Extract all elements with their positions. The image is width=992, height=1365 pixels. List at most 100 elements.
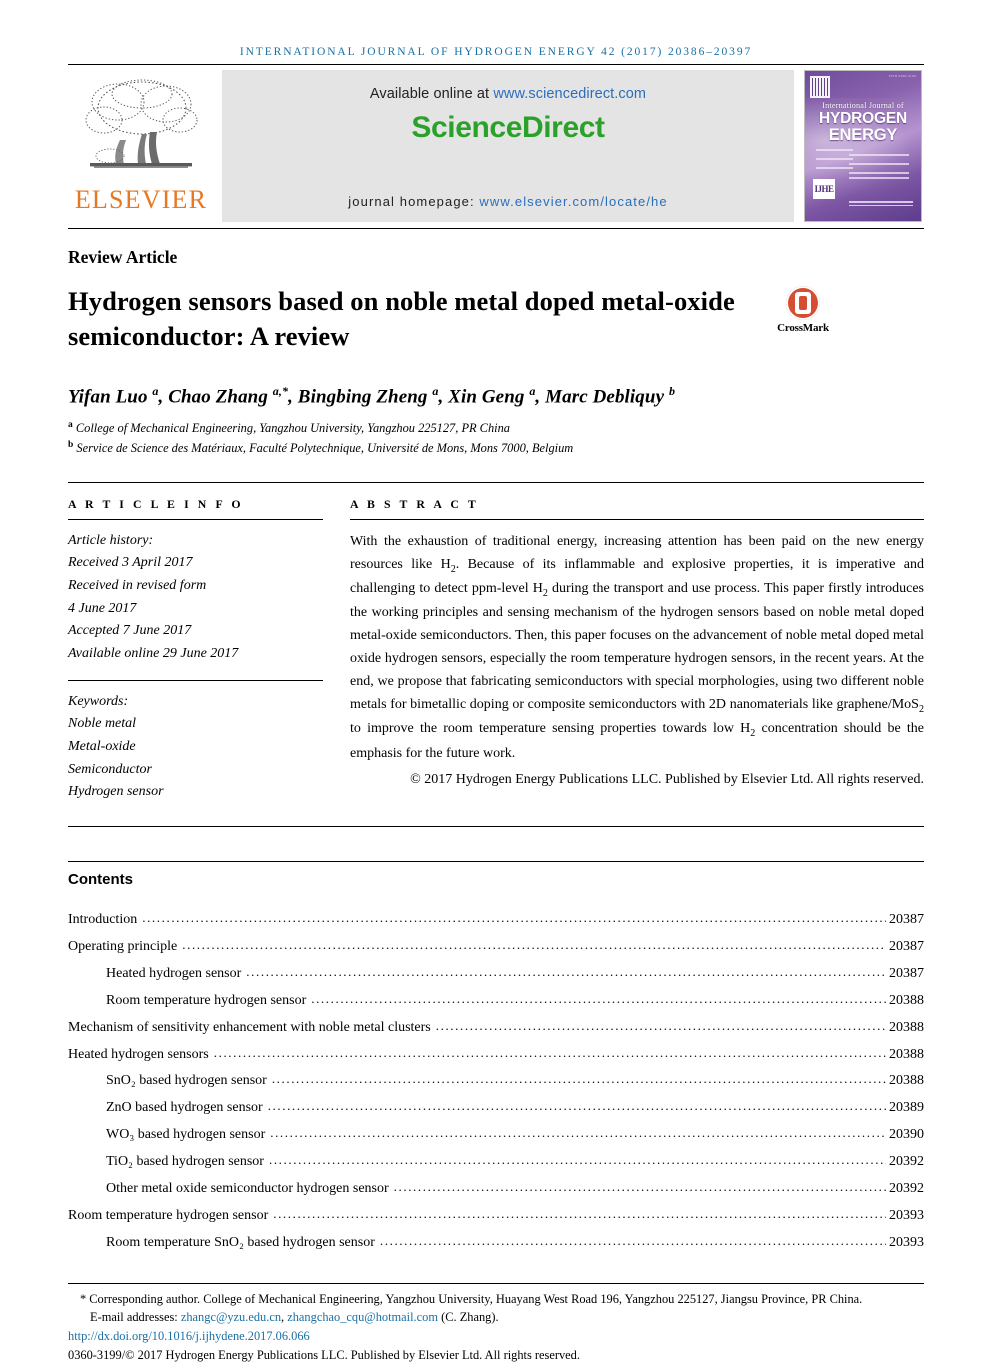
toc-entry-label: Room temperature hydrogen sensor bbox=[106, 992, 307, 1008]
doi-line: http://dx.doi.org/10.1016/j.ijhydene.201… bbox=[68, 1327, 924, 1346]
masthead: ELSEVIER Available online at www.science… bbox=[68, 70, 924, 222]
toc-entry-page: 20393 bbox=[889, 1207, 924, 1223]
toc-entry[interactable]: Mechanism of sensitivity enhancement wit… bbox=[68, 1015, 924, 1042]
toc-entry-label: SnO₂ based hydrogen sensor bbox=[106, 1073, 267, 1089]
affiliation-a-text: College of Mechanical Engineering, Yangz… bbox=[75, 420, 510, 435]
cover-imprint-lines bbox=[849, 201, 913, 215]
doi-link[interactable]: http://dx.doi.org/10.1016/j.ijhydene.201… bbox=[68, 1329, 310, 1343]
toc-entry-page: 20388 bbox=[889, 1019, 924, 1035]
available-online-line: Available online at www.sciencedirect.co… bbox=[370, 86, 646, 102]
issn-copyright-line: 0360-3199/© 2017 Hydrogen Energy Publica… bbox=[68, 1348, 580, 1363]
contents-heading: Contents bbox=[68, 871, 133, 889]
toc-entry-label: Other metal oxide semiconductor hydrogen… bbox=[106, 1180, 389, 1196]
toc-leader-dots: ........................................… bbox=[270, 1125, 886, 1141]
affiliation-b-text: Service de Science des Matériaux, Facult… bbox=[76, 440, 574, 455]
affiliation-a: a College of Mechanical Engineering, Yan… bbox=[68, 419, 510, 435]
toc-entry-page: 20389 bbox=[889, 1100, 924, 1116]
keywords-block: Keywords: Noble metal Metal-oxide Semico… bbox=[68, 691, 323, 804]
toc-entry-page: 20387 bbox=[889, 939, 924, 954]
history-label: Article history: bbox=[68, 532, 154, 548]
crossmark-icon bbox=[786, 286, 820, 320]
toc-entry[interactable]: Room temperature hydrogen sensor........… bbox=[68, 1203, 924, 1230]
toc-entry-label: Heated hydrogen sensors bbox=[68, 1046, 209, 1062]
masthead-divider bbox=[68, 228, 924, 229]
cover-line-1: International Journal of bbox=[822, 101, 904, 110]
email-suffix: (C. Zhang). bbox=[441, 1310, 499, 1325]
keyword-item: Noble metal bbox=[68, 716, 137, 732]
abstract-column: A B S T R A C T With the exhaustion of t… bbox=[323, 497, 924, 804]
keyword-item: Hydrogen sensor bbox=[68, 784, 164, 800]
email-line: E-mail addresses: zhangc@yzu.edu.cn, zha… bbox=[90, 1310, 499, 1325]
history-received: Received 3 April 2017 bbox=[68, 555, 193, 571]
toc-leader-dots: ........................................… bbox=[273, 1205, 886, 1221]
toc-entry[interactable]: Introduction............................… bbox=[68, 907, 924, 934]
abstract-text: With the exhaustion of traditional energ… bbox=[350, 533, 924, 761]
affiliation-b: b Service de Science des Matériaux, Facu… bbox=[68, 439, 574, 455]
abstract-copyright: © 2017 Hydrogen Energy Publications LLC.… bbox=[410, 771, 924, 787]
toc-leader-dots: ........................................… bbox=[311, 990, 886, 1006]
toc-entry[interactable]: Room temperature hydrogen sensor........… bbox=[68, 988, 924, 1015]
toc-entry[interactable]: Heated hydrogen sensor..................… bbox=[68, 961, 924, 988]
keyword-item: Semiconductor bbox=[68, 761, 152, 777]
toc-leader-dots: ........................................… bbox=[393, 1178, 886, 1194]
toc-entry-label: ZnO based hydrogen sensor bbox=[106, 1100, 263, 1116]
email-label: E-mail addresses: bbox=[90, 1310, 178, 1325]
history-revised-date: 4 June 2017 bbox=[68, 600, 137, 616]
toc-entry[interactable]: ZnO based hydrogen sensor...............… bbox=[68, 1095, 924, 1122]
journal-homepage-line: journal homepage: www.elsevier.com/locat… bbox=[222, 194, 794, 209]
article-info-rule bbox=[68, 518, 323, 520]
abstract-rule bbox=[350, 518, 924, 520]
toc-entry-label: Introduction bbox=[68, 912, 138, 928]
available-online-prefix: Available online at bbox=[369, 86, 494, 102]
toc-entry[interactable]: Other metal oxide semiconductor hydrogen… bbox=[68, 1176, 924, 1203]
email-link-2[interactable]: zhangchao_cqu@hotmail.com bbox=[287, 1310, 438, 1324]
crossmark-badge[interactable]: CrossMark bbox=[768, 286, 838, 334]
crossmark-label: CrossMark bbox=[777, 322, 829, 334]
page-title: Hydrogen sensors based on noble metal do… bbox=[68, 286, 735, 352]
journal-homepage-prefix: journal homepage: bbox=[348, 194, 480, 209]
toc-leader-dots: ........................................… bbox=[271, 1071, 886, 1087]
keyword-item: Metal-oxide bbox=[68, 739, 136, 755]
toc-entry-label: Heated hydrogen sensor bbox=[106, 965, 242, 981]
header-divider bbox=[68, 64, 924, 65]
toc-entry-label: TiO₂ based hydrogen sensor bbox=[106, 1154, 264, 1169]
abstract-body: With the exhaustion of traditional energ… bbox=[350, 531, 924, 766]
toc-entry-page: 20387 bbox=[889, 965, 924, 981]
keywords-rule bbox=[68, 679, 323, 681]
toc-entry[interactable]: SnO₂ based hydrogen sensor..............… bbox=[68, 1068, 924, 1095]
article-history: Article history: Received 3 April 2017 R… bbox=[68, 530, 323, 666]
toc-entry-label: Room temperature SnO₂ based hydrogen sen… bbox=[106, 1234, 375, 1250]
info-abstract-region: A R T I C L E I N F O Article history: R… bbox=[68, 497, 924, 804]
page-footer: * Corresponding author. College of Mecha… bbox=[68, 1290, 924, 1365]
toc-entry-label: Operating principle bbox=[68, 939, 178, 954]
toc-entry-page: 20390 bbox=[889, 1127, 924, 1143]
toc-leader-dots: ........................................… bbox=[379, 1232, 886, 1248]
keywords-label: Keywords: bbox=[68, 693, 129, 709]
toc-leader-dots: ........................................… bbox=[246, 963, 886, 979]
journal-cover-thumbnail[interactable]: ISSN 0360-3199 International Journal of … bbox=[804, 70, 924, 222]
toc-entry-page: 20387 bbox=[889, 912, 924, 928]
sciencedirect-url-link[interactable]: www.sciencedirect.com bbox=[493, 86, 646, 102]
info-divider bbox=[68, 481, 924, 483]
email-link-1[interactable]: zhangc@yzu.edu.cn bbox=[181, 1310, 281, 1324]
toc-entry[interactable]: WO₃ based hydrogen sensor...............… bbox=[68, 1122, 924, 1149]
history-available-online: Available online 29 June 2017 bbox=[68, 646, 239, 662]
affiliations: a College of Mechanical Engineering, Yan… bbox=[68, 418, 924, 458]
toc-entry-page: 20388 bbox=[889, 1046, 924, 1062]
toc-entry-label: Room temperature hydrogen sensor bbox=[68, 1207, 269, 1223]
elsevier-tree-icon bbox=[85, 79, 198, 168]
toc-entry[interactable]: Room temperature SnO₂ based hydrogen sen… bbox=[68, 1230, 924, 1257]
article-first-page: INTERNATIONAL JOURNAL OF HYDROGEN ENERGY… bbox=[0, 0, 992, 1362]
toc-entry[interactable]: TiO₂ based hydrogen sensor..............… bbox=[68, 1149, 924, 1176]
toc-entry[interactable]: Heated hydrogen sensors.................… bbox=[68, 1042, 924, 1069]
article-type-label: Review Article bbox=[68, 247, 178, 267]
contents-top-divider bbox=[68, 861, 924, 863]
toc-entry-page: 20392 bbox=[889, 1180, 924, 1196]
corresponding-author-note: * Corresponding author. College of Mecha… bbox=[80, 1291, 863, 1306]
toc-entry[interactable]: Operating principle.....................… bbox=[68, 934, 924, 961]
toc-leader-dots: ........................................… bbox=[435, 1017, 886, 1033]
toc-leader-dots: ........................................… bbox=[267, 1098, 886, 1114]
abstract-bottom-divider bbox=[68, 826, 924, 828]
journal-homepage-link[interactable]: www.elsevier.com/locate/he bbox=[479, 194, 667, 209]
abstract-heading: A B S T R A C T bbox=[350, 496, 479, 511]
